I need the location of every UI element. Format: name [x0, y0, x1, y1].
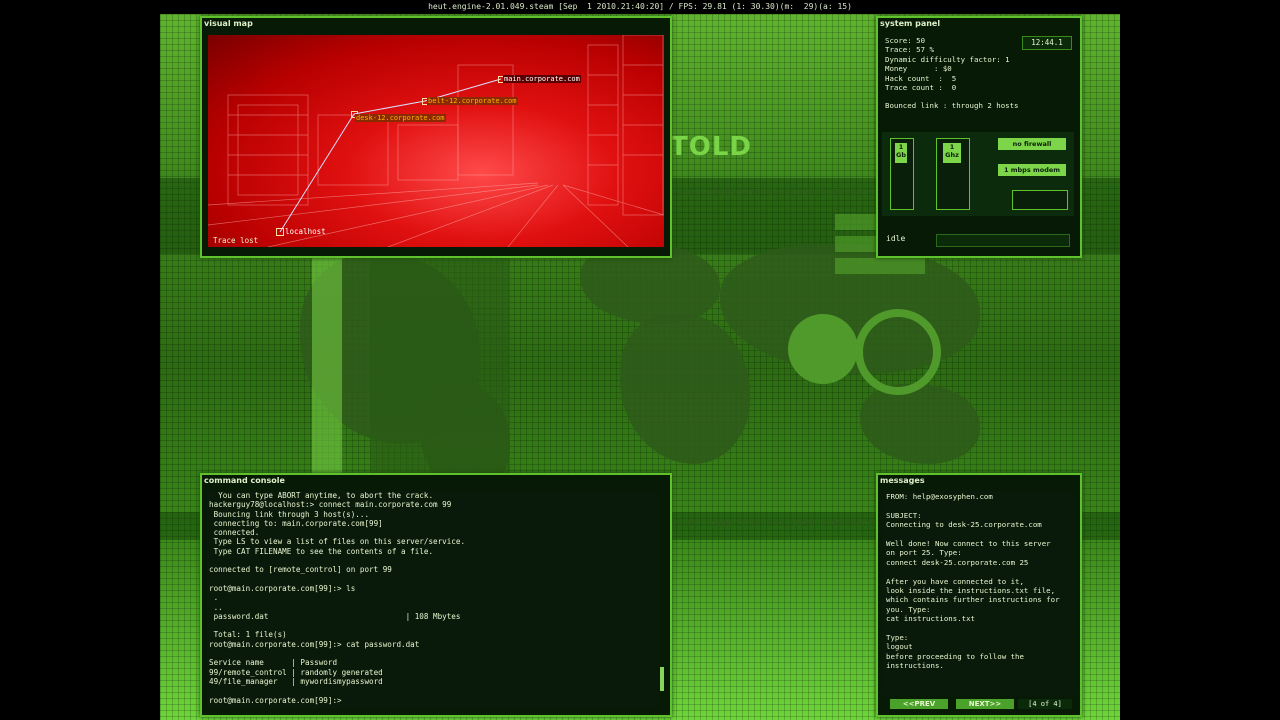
message-line: After you have connected to it,: [886, 576, 1024, 586]
message-line: [886, 567, 1070, 576]
messages-panel: messages FROM: help@exosyphen.com SUBJEC…: [876, 473, 1082, 717]
message-body: FROM: help@exosyphen.com SUBJECT: Connec…: [882, 491, 1074, 695]
messages-title: messages: [880, 476, 925, 485]
message-line: instructions.: [886, 661, 944, 671]
stat-hack-count: Hack count : 5: [885, 73, 957, 83]
console-line: connected.: [209, 528, 260, 538]
empty-slot[interactable]: [1012, 190, 1068, 210]
console-line: 99/remote_control | randomly generated: [209, 667, 383, 677]
console-line: password.dat | 108 Mbytes: [209, 611, 461, 621]
console-line: root@main.corporate.com[99]:> ls: [209, 583, 356, 593]
background-menu-lower: TWORK | CONNECTION | EVOLUTION | COMMUNI…: [668, 519, 886, 528]
message-line: [886, 624, 1070, 633]
message-line: logout: [886, 642, 913, 652]
message-from: FROM: help@exosyphen.com: [886, 492, 993, 501]
message-subject: Connecting to desk-25.corporate.com: [886, 520, 1042, 530]
message-line: connect desk-25.corporate.com 25: [886, 557, 1029, 567]
message-line: you. Type:: [886, 604, 931, 614]
message-line: look inside the instructions.txt file,: [886, 586, 1056, 596]
hardware-area: 1 Gb 1 Ghz no firewall 1 mbps modem: [882, 132, 1074, 216]
message-line: on port 25. Type:: [886, 548, 962, 558]
console-scrollbar[interactable]: [660, 667, 664, 691]
console-line: Service name | Password: [209, 658, 338, 668]
background-menu: TWORK | CONNECTION | EVOLUTION | COMMUNI…: [668, 188, 886, 197]
message-line: Well done! Now connect to this server: [886, 539, 1051, 548]
node-label: localhost: [285, 227, 326, 236]
localhost-marker-icon: [276, 228, 284, 236]
message-subject-label: SUBJECT:: [886, 510, 922, 520]
stat-score: Score: 50: [885, 36, 926, 45]
game-logo: TOLD: [670, 132, 752, 162]
wireframe-city: [208, 35, 664, 247]
message-line: Type:: [886, 633, 909, 643]
system-panel: system panel 12:44.1 Score: 50 Trace: 57…: [876, 16, 1082, 258]
console-line: root@main.corporate.com[99]:> cat passwo…: [209, 639, 420, 649]
system-status: idle: [886, 234, 906, 243]
visual-map-title: visual map: [204, 19, 253, 28]
node-label: belt-12.corporate.com: [427, 97, 518, 105]
bounced-link: Bounced link : through 2 hosts: [885, 101, 1019, 111]
stats-list: Score: 50 Trace: 57 % Dynamic difficulty…: [885, 36, 1019, 111]
console-line: Total: 1 file(s): [209, 630, 287, 640]
message-line: which contains further instructions for: [886, 595, 1060, 605]
stat-money: Money : $0: [885, 64, 952, 74]
console-line: connected to [remote_control] on port 99: [209, 565, 392, 575]
console-line: ..: [209, 602, 223, 612]
ram-chip-icon: 1 Ghz: [943, 143, 961, 163]
message-line: before proceeding to follow the: [886, 651, 1024, 661]
node-label: desk-12.corporate.com: [355, 114, 446, 122]
status-bar: [936, 234, 1070, 247]
stat-trace: Trace: 57 %: [885, 45, 934, 55]
next-button[interactable]: NEXT>>: [956, 699, 1014, 709]
console-line: Type LS to view a list of files on this …: [209, 537, 466, 547]
system-panel-title: system panel: [880, 19, 941, 28]
console-line: You can type ABORT anytime, to abort the…: [209, 491, 434, 500]
trace-status: Trace lost: [213, 236, 259, 245]
engine-status-bar: heut.engine-2.01.049.steam [Sep 1 2010.2…: [428, 2, 852, 11]
cpu-chip-icon: 1 Gb: [895, 143, 907, 163]
target-icon: [855, 309, 941, 395]
page-indicator: [4 of 4]: [1018, 699, 1072, 709]
stat-difficulty: Dynamic difficulty factor: 1: [885, 54, 1010, 64]
console-line: Type CAT FILENAME to see the contents of…: [209, 546, 434, 556]
prev-button[interactable]: <<PREV: [890, 699, 948, 709]
console-line: connecting to: main.corporate.com[99]: [209, 518, 383, 528]
command-console-panel: command console You can type ABORT anyti…: [200, 473, 672, 717]
modem-slot[interactable]: 1 mbps modem: [998, 164, 1066, 176]
console-line: hackerguy78@localhost:> connect main.cor…: [209, 500, 452, 510]
stat-trace-count: Trace count : 0: [885, 83, 957, 93]
console-line: Bouncing link through 3 host(s)...: [209, 509, 370, 519]
visual-map-panel: visual map main.corporate.com belt-12.co…: [200, 16, 672, 258]
clock: 12:44.1: [1022, 36, 1072, 50]
command-console-title: command console: [204, 476, 285, 485]
console-prompt[interactable]: root@main.corporate.com[99]:>: [209, 696, 658, 705]
ram-slot[interactable]: 1 Ghz: [936, 138, 970, 210]
map-viewport[interactable]: main.corporate.com belt-12.corporate.com…: [208, 35, 664, 247]
console-output[interactable]: You can type ABORT anytime, to abort the…: [206, 491, 658, 709]
console-line: .: [209, 593, 219, 603]
cpu-slot[interactable]: 1 Gb: [890, 138, 914, 210]
firewall-slot[interactable]: no firewall: [998, 138, 1066, 150]
message-line: cat instructions.txt: [886, 614, 975, 624]
node-label: main.corporate.com: [503, 75, 581, 83]
console-line: 49/file_manager | mywordismypassword: [209, 676, 383, 686]
